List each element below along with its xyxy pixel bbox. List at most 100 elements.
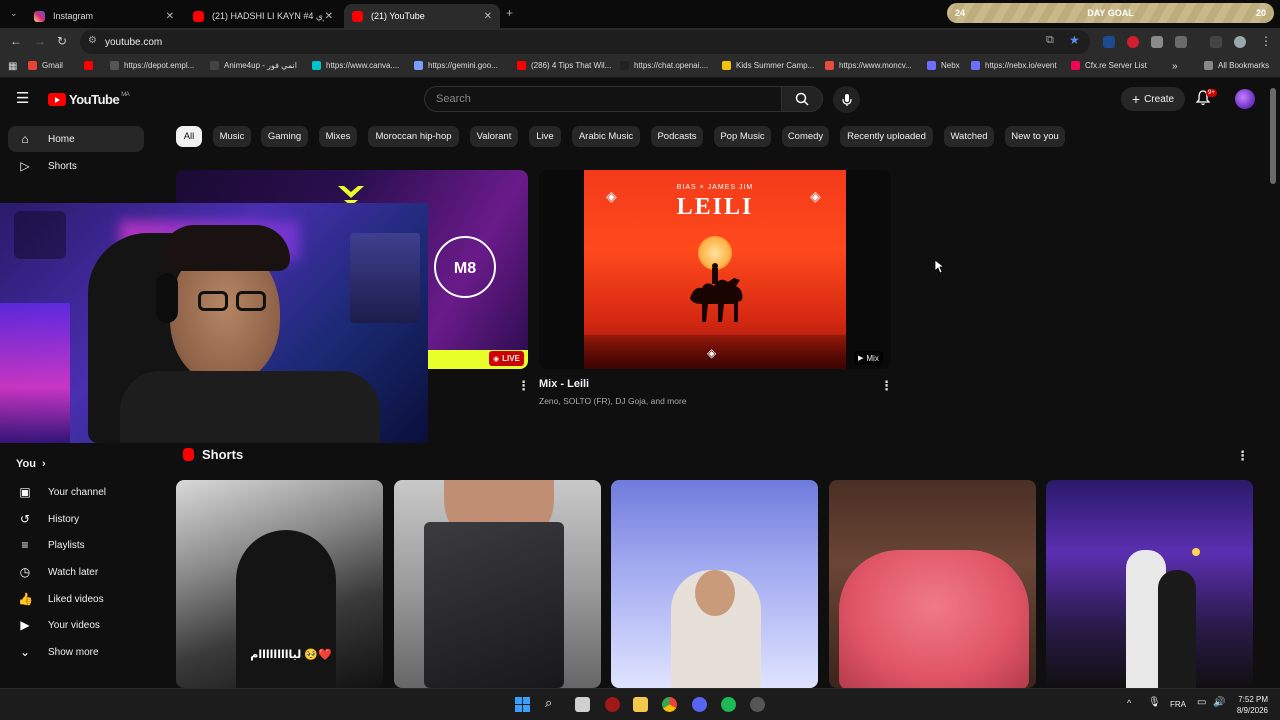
chip-valorant[interactable]: Valorant xyxy=(470,126,518,147)
chip-mixes[interactable]: Mixes xyxy=(319,126,357,147)
forward-icon[interactable]: → xyxy=(34,34,46,48)
taskbar-search-icon[interactable]: ⌕ xyxy=(545,695,552,711)
short-thumbnail[interactable] xyxy=(394,480,601,688)
network-icon[interactable]: ▭ xyxy=(1197,697,1206,708)
bookmark-item[interactable]: https://chat.openai.... xyxy=(620,61,708,70)
spotify-icon[interactable] xyxy=(721,697,736,712)
tray-chevron-icon[interactable]: ^ xyxy=(1127,698,1131,708)
bookmark-item[interactable]: https://gemini.goo... xyxy=(414,61,498,70)
create-button[interactable]: + Create xyxy=(1121,87,1185,111)
close-icon[interactable]: ✕ xyxy=(325,11,333,22)
chrome-icon[interactable] xyxy=(662,697,677,712)
sidebar-item-home[interactable]: ⌂ Home xyxy=(8,126,144,152)
install-icon[interactable]: ⧉ xyxy=(1046,34,1054,47)
video-subtitle[interactable]: Zeno, SOLTO (FR), DJ Goja, and more xyxy=(539,396,687,406)
chip-watched[interactable]: Watched xyxy=(944,126,994,147)
chip-comedy[interactable]: Comedy xyxy=(782,126,829,147)
live-label: LIVE xyxy=(502,354,520,363)
video-title[interactable]: Mix - Leili xyxy=(539,378,589,390)
extension-icon[interactable] xyxy=(1103,36,1115,48)
sidebar-item-playlists[interactable]: ≡ Playlists xyxy=(8,532,144,558)
sidebar-item-your-channel[interactable]: ▣ Your channel xyxy=(8,479,144,505)
site-info-icon[interactable]: ⚙ xyxy=(88,35,97,46)
chip-gaming[interactable]: Gaming xyxy=(261,126,308,147)
chip-new-to-you[interactable]: New to you xyxy=(1005,126,1065,147)
sidebar-item-liked-videos[interactable]: 👍 Liked videos xyxy=(8,586,144,612)
video-menu-kebab-icon[interactable]: ⋮ xyxy=(517,378,530,394)
puzzle-icon[interactable] xyxy=(1175,36,1187,48)
bookmark-item[interactable]: (286) 4 Tips That Wil... xyxy=(517,61,611,70)
sidebar-you-heading[interactable]: You › xyxy=(16,458,46,470)
tab-search-icon[interactable]: ⌄ xyxy=(10,8,18,19)
close-icon[interactable]: ✕ xyxy=(166,11,174,22)
bookmark-item[interactable]: https://depot.empl... xyxy=(110,61,194,70)
bookmark-item[interactable]: https://www.moncv... xyxy=(825,61,912,70)
chip-moroccan-hip-hop[interactable]: Moroccan hip-hop xyxy=(368,126,459,147)
short-thumbnail[interactable] xyxy=(829,480,1036,688)
bookmark-item[interactable] xyxy=(84,61,98,70)
chip-pop-music[interactable]: Pop Music xyxy=(714,126,771,147)
bookmark-star-icon[interactable]: ★ xyxy=(1069,33,1080,47)
sidebar-item-watch-later[interactable]: ◷ Watch later xyxy=(8,559,144,585)
short-thumbnail[interactable] xyxy=(1046,480,1253,688)
account-avatar[interactable] xyxy=(1235,89,1255,109)
chip-podcasts[interactable]: Podcasts xyxy=(651,126,703,147)
bookmark-item[interactable]: https://nebx.io/event xyxy=(971,61,1057,70)
menu-kebab-icon[interactable]: ⋮ xyxy=(1260,34,1272,48)
tab-instagram[interactable]: Instagram ✕ xyxy=(26,4,182,28)
all-bookmarks-label: All Bookmarks xyxy=(1218,61,1270,70)
guide-menu-icon[interactable]: ☰ xyxy=(16,89,29,107)
address-bar[interactable]: ⚙ youtube.com ⧉ ★ xyxy=(80,30,1090,54)
tab-title: (21) HADSHI LI KAYN #4 ديميتري xyxy=(212,10,324,21)
system-clock[interactable]: 7:52 PM 8/9/2026 xyxy=(1228,694,1268,716)
page-scrollbar[interactable] xyxy=(1270,88,1276,184)
sidebar-item-show-more[interactable]: ⌄ Show more xyxy=(8,639,144,665)
sidebar-item-history[interactable]: ↺ History xyxy=(8,506,144,532)
search-button[interactable] xyxy=(781,86,823,112)
chip-music[interactable]: Music xyxy=(213,126,251,147)
all-bookmarks[interactable]: All Bookmarks xyxy=(1204,61,1269,70)
more-bookmarks-icon[interactable]: » xyxy=(1172,61,1178,72)
youtube-logo[interactable]: YouTube MA xyxy=(48,92,130,107)
bookmark-item[interactable]: https://www.canva.... xyxy=(312,61,399,70)
bookmark-item[interactable]: Anime4up - انمي فور xyxy=(210,61,297,70)
video-menu-kebab-icon[interactable]: ⋮ xyxy=(880,378,893,394)
chip-recently-uploaded[interactable]: Recently uploaded xyxy=(840,126,933,147)
chip-live[interactable]: Live xyxy=(529,126,561,147)
app-icon[interactable] xyxy=(750,697,765,712)
tab-hadshi[interactable]: (21) HADSHI LI KAYN #4 ديميتري ✕ xyxy=(185,4,341,28)
discord-icon[interactable] xyxy=(692,697,707,712)
search-input[interactable]: Search xyxy=(424,86,782,112)
bookmark-label: https://nebx.io/event xyxy=(985,61,1057,70)
close-icon[interactable]: ✕ xyxy=(484,11,492,22)
new-tab-button[interactable]: + xyxy=(506,6,513,20)
file-explorer-icon[interactable] xyxy=(633,697,648,712)
app-icon[interactable] xyxy=(605,697,620,712)
reload-icon[interactable]: ↻ xyxy=(57,34,67,48)
short-thumbnail[interactable] xyxy=(611,480,818,688)
voice-search-button[interactable] xyxy=(833,86,860,113)
bookmark-item[interactable]: Cfx.re Server List xyxy=(1071,61,1147,70)
input-language[interactable]: FRA xyxy=(1170,700,1186,709)
bookmark-item[interactable]: Gmail xyxy=(28,61,63,70)
bookmark-item[interactable]: Kids Summer Camp... xyxy=(722,61,814,70)
tray-mic-icon[interactable]: 🎙 xyxy=(1148,697,1161,708)
chip-all[interactable]: All xyxy=(176,126,202,147)
back-icon[interactable]: ← xyxy=(10,34,22,48)
extension-icon[interactable] xyxy=(1127,36,1139,48)
profile-icon[interactable] xyxy=(1234,36,1246,48)
sidebar-item-shorts[interactable]: ▷ Shorts xyxy=(8,153,144,179)
volume-icon[interactable]: 🔊 xyxy=(1213,697,1225,708)
sidebar-item-your-videos[interactable]: ▶ Your videos xyxy=(8,612,144,638)
chip-arabic-music[interactable]: Arabic Music xyxy=(572,126,640,147)
media-icon[interactable] xyxy=(1210,36,1222,48)
apps-icon[interactable]: ▦ xyxy=(8,61,17,72)
shorts-menu-kebab-icon[interactable]: ⋮ xyxy=(1236,448,1249,464)
video-thumbnail-leili[interactable]: BIAS × JAMES JIM LEILI ◈ ◈ ◈ ▶ Mix xyxy=(539,170,891,369)
extension-icon[interactable] xyxy=(1151,36,1163,48)
tab-youtube[interactable]: (21) YouTube ✕ xyxy=(344,4,500,28)
task-view-icon[interactable] xyxy=(575,697,590,712)
windows-start-icon[interactable] xyxy=(515,697,530,712)
short-thumbnail[interactable]: ليااااااااام 🥺❤️ xyxy=(176,480,383,688)
bookmark-item[interactable]: Nebx xyxy=(927,61,960,70)
